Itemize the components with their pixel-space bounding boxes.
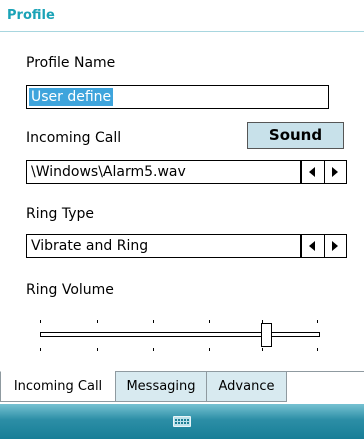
slider-thumb[interactable] <box>261 323 272 347</box>
incoming-call-spinner <box>300 161 346 183</box>
arrow-left-icon <box>309 167 315 177</box>
incoming-call-value: \Windows\Alarm5.wav <box>31 164 186 180</box>
sound-button[interactable]: Sound <box>247 122 344 149</box>
title-divider <box>0 31 364 32</box>
arrow-right-icon <box>332 167 338 177</box>
arrow-left-icon <box>309 241 315 251</box>
tab-messaging[interactable]: Messaging <box>115 371 207 402</box>
slider-tick <box>40 320 41 323</box>
tab-bar: Incoming Call Messaging Advance <box>0 371 364 403</box>
ring-volume-label: Ring Volume <box>26 282 114 298</box>
ring-type-picker[interactable]: Vibrate and Ring <box>26 234 347 258</box>
tab-incoming-call[interactable]: Incoming Call <box>0 371 116 402</box>
arrow-right-icon <box>332 241 338 251</box>
page-title: Profile <box>7 8 55 23</box>
keyboard-icon[interactable] <box>173 416 191 427</box>
slider-tick <box>209 320 210 323</box>
slider-tick <box>262 348 263 351</box>
ring-volume-slider[interactable] <box>40 315 320 357</box>
slider-tick <box>209 348 210 351</box>
next-sound-button[interactable] <box>324 161 345 183</box>
previous-sound-button[interactable] <box>302 161 322 183</box>
title-bar: Profile <box>0 0 364 32</box>
ring-type-value: Vibrate and Ring <box>31 238 149 254</box>
taskbar <box>0 404 364 439</box>
incoming-call-picker[interactable]: \Windows\Alarm5.wav <box>26 160 347 184</box>
previous-ring-type-button[interactable] <box>302 235 322 257</box>
ring-type-label: Ring Type <box>26 206 94 222</box>
slider-tick <box>97 348 98 351</box>
slider-tick <box>153 348 154 351</box>
incoming-call-label: Incoming Call <box>26 130 122 146</box>
slider-tick <box>317 320 318 323</box>
slider-tick <box>97 320 98 323</box>
ring-type-spinner <box>300 235 346 257</box>
tab-advance[interactable]: Advance <box>206 371 287 402</box>
next-ring-type-button[interactable] <box>324 235 345 257</box>
slider-track <box>40 332 320 337</box>
slider-tick <box>40 348 41 351</box>
profile-name-label: Profile Name <box>26 55 116 71</box>
profile-name-input[interactable]: User define <box>26 85 329 109</box>
slider-tick <box>317 348 318 351</box>
profile-name-value: User define <box>29 88 114 106</box>
slider-tick <box>153 320 154 323</box>
